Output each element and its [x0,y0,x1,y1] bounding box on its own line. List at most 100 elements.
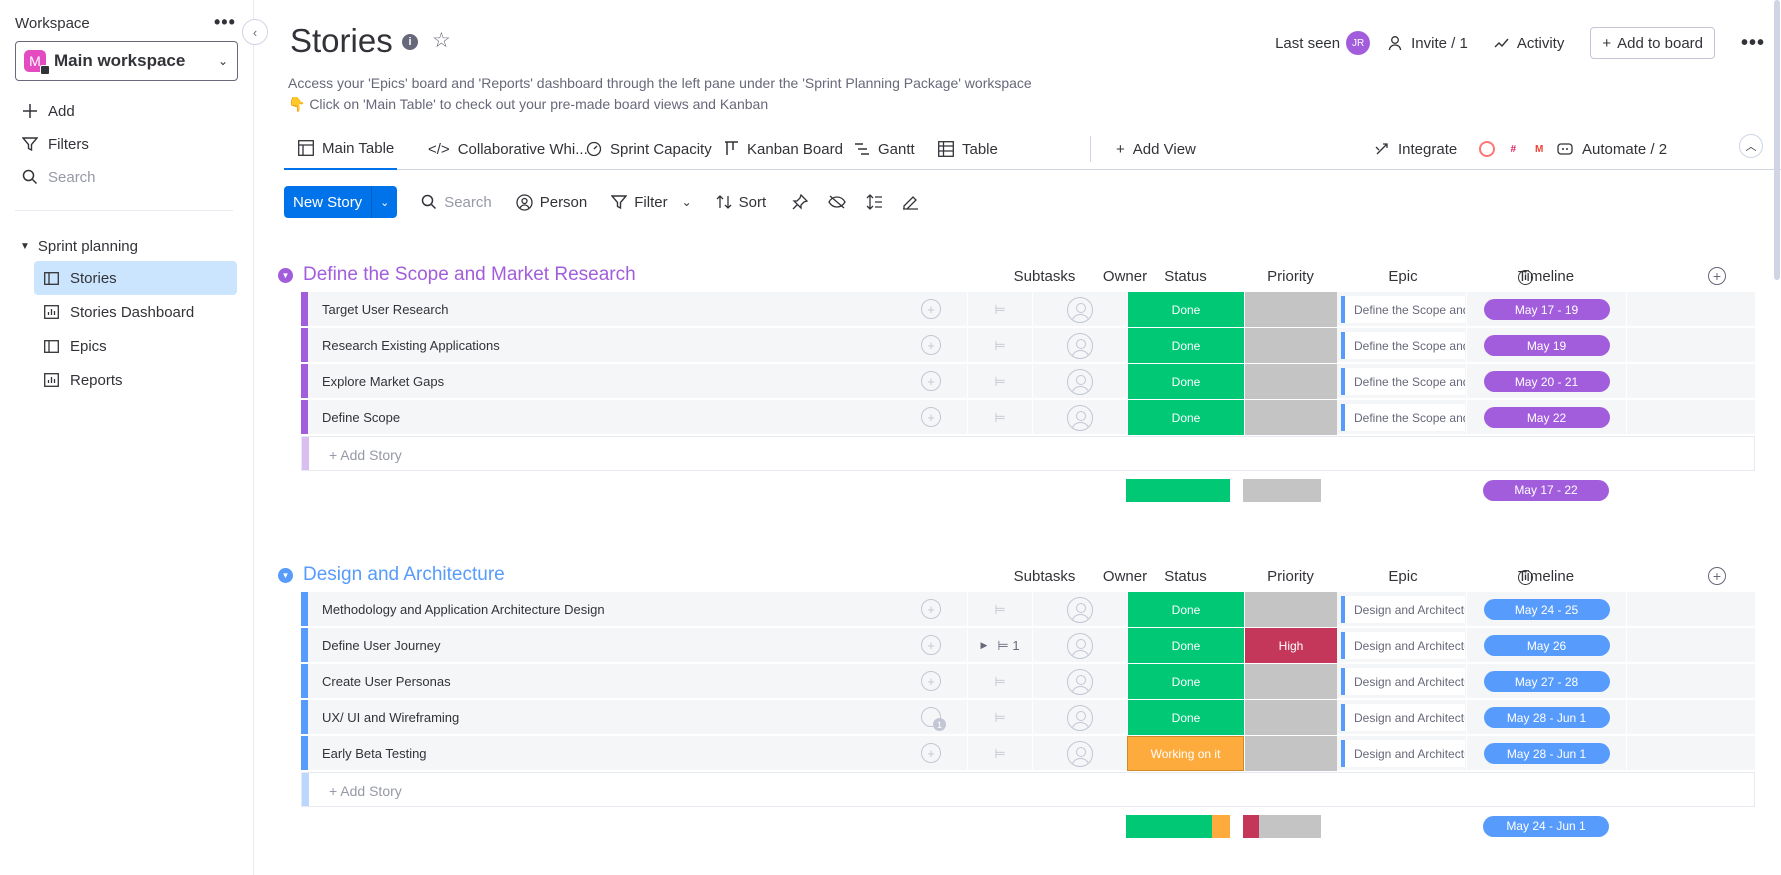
epic-cell[interactable]: Define the Scope and Market Research [1341,296,1465,323]
add-story-row[interactable]: + Add Story [301,772,1755,807]
last-seen[interactable]: Last seen JR [1275,31,1371,55]
priority-cell[interactable] [1244,364,1337,399]
add-update-icon[interactable]: + [921,371,941,391]
sidebar-item-stories[interactable]: Stories [34,261,237,295]
priority-summary-bar[interactable] [1243,479,1321,502]
add-story-row[interactable]: + Add Story [301,436,1755,471]
tab-table[interactable]: Table [938,128,998,170]
add-story-input[interactable]: + Add Story [329,783,402,799]
sidebar-item-stories-dashboard[interactable]: Stories Dashboard [34,295,237,329]
item-name[interactable]: UX/ UI and Wireframing [322,710,459,725]
subtasks-icon[interactable]: ⊨ [967,736,1032,771]
table-row[interactable]: Methodology and Application Architecture… [301,592,1755,627]
timeline-cell[interactable]: May 19 [1466,328,1626,363]
item-name[interactable]: Target User Research [322,302,448,317]
status-cell[interactable]: Done [1127,628,1244,663]
page-title[interactable]: Stories [290,22,393,60]
tab-gantt[interactable]: Gantt [854,128,915,170]
subtasks-icon[interactable]: ⊨ [967,400,1032,435]
owner-cell[interactable] [1032,700,1127,735]
column-header-subtasks[interactable]: Subtasks [997,268,1092,285]
group-title[interactable]: Design and Architecture [303,564,505,586]
add-view-button[interactable]: + Add View [1116,128,1196,170]
status-summary-bar[interactable] [1126,479,1230,502]
priority-cell[interactable] [1244,664,1337,699]
table-row[interactable]: UX/ UI and Wireframing 1 ⊨ Done Design a… [301,700,1755,735]
timeline-cell[interactable]: May 20 - 21 [1466,364,1626,399]
table-row[interactable]: Research Existing Applications + ⊨ Done … [301,328,1755,363]
tab-kanban-board[interactable]: Kanban Board [724,128,843,170]
add-update-icon[interactable]: + [921,299,941,319]
row-height-icon[interactable] [866,194,883,210]
item-name[interactable]: Create User Personas [322,674,451,689]
board-search-input[interactable]: Search [421,194,492,211]
new-story-button[interactable]: New Story ⌄ [284,186,398,218]
chevron-down-icon[interactable]: ▼ [278,268,293,283]
timeline-cell[interactable]: May 28 - Jun 1 [1466,736,1626,771]
add-story-input[interactable]: + Add Story [329,447,402,463]
info-icon[interactable]: i [402,34,418,50]
timeline-cell[interactable]: May 26 [1466,628,1626,663]
timeline-cell[interactable]: May 27 - 28 [1466,664,1626,699]
tab-main-table[interactable]: Main Table [284,128,397,170]
add-update-icon[interactable]: + [921,407,941,427]
epic-cell[interactable]: Design and Architecture [1341,596,1465,623]
integrate-button[interactable]: Integrate # M [1374,128,1548,170]
subtasks-icon[interactable]: ⊨ [967,664,1032,699]
status-cell[interactable]: Done [1127,292,1244,327]
subtasks-icon[interactable]: ⊨ [967,328,1032,363]
status-cell[interactable]: Done [1127,592,1244,627]
status-cell[interactable]: Working on it [1127,736,1244,771]
hide-icon[interactable] [828,195,846,209]
owner-cell[interactable] [1032,292,1127,327]
add-update-icon[interactable]: + [921,743,941,763]
status-cell[interactable]: Done [1127,400,1244,435]
scrollbar[interactable] [1774,0,1780,280]
status-cell[interactable]: Done [1127,700,1244,735]
timeline-cell[interactable]: May 17 - 19 [1466,292,1626,327]
owner-cell[interactable] [1032,592,1127,627]
filter-button[interactable]: Filter ⌄ [611,194,692,211]
priority-cell[interactable] [1244,700,1337,735]
sidebar-item-reports[interactable]: Reports [34,363,237,397]
timeline-cell[interactable]: May 28 - Jun 1 [1466,700,1626,735]
item-name[interactable]: Methodology and Application Architecture… [322,602,605,617]
tab-collaborative-whiteboard[interactable]: </> Collaborative Whi... [428,128,588,170]
priority-summary-bar[interactable] [1243,815,1321,838]
priority-cell[interactable] [1244,292,1337,327]
status-summary-bar[interactable] [1126,815,1230,838]
caret-right-icon[interactable]: ▶ [980,640,987,651]
folder-sprint-planning[interactable]: ▼ Sprint planning [20,238,138,255]
column-header-epic[interactable]: Epic [1341,568,1465,585]
item-name[interactable]: Research Existing Applications [322,338,500,353]
column-header-status[interactable]: Status [1127,268,1244,285]
add-to-board-button[interactable]: + Add to board [1590,27,1715,59]
status-cell[interactable]: Done [1127,364,1244,399]
epic-cell[interactable]: Design and Architecture [1341,668,1465,695]
status-cell[interactable]: Done [1127,328,1244,363]
table-row[interactable]: Define Scope + ⊨ Done Define the Scope a… [301,400,1755,435]
add-button[interactable]: Add [20,100,75,122]
person-filter-button[interactable]: Person [516,194,587,211]
epic-cell[interactable]: Define the Scope and Market Research [1341,404,1465,431]
activity-button[interactable]: Activity [1494,35,1564,52]
sidebar-search-input[interactable]: Search [20,166,96,188]
owner-cell[interactable] [1032,400,1127,435]
timeline-summary[interactable]: May 17 - 22 [1466,471,1626,509]
add-update-icon[interactable]: + [921,635,941,655]
pin-icon[interactable] [792,194,809,210]
add-column-icon[interactable]: + [1708,267,1726,285]
invite-button[interactable]: Invite / 1 [1388,35,1468,52]
subtasks-icon[interactable]: ⊨ [967,592,1032,627]
priority-cell[interactable]: High [1244,628,1337,663]
epic-cell[interactable]: Define the Scope and Market Research [1341,332,1465,359]
epic-cell[interactable]: Design and Architecture [1341,740,1465,767]
subtasks-cell[interactable]: ▶ ⊨ 1 [967,628,1032,663]
table-row[interactable]: Target User Research + ⊨ Done Define the… [301,292,1755,327]
table-row[interactable]: Early Beta Testing + ⊨ Working on it Des… [301,736,1755,771]
column-header-priority[interactable]: Priority [1244,568,1337,585]
color-edit-icon[interactable] [902,194,919,210]
epic-cell[interactable]: Design and Architecture [1341,632,1465,659]
timeline-cell[interactable]: May 22 [1466,400,1626,435]
column-header-status[interactable]: Status [1127,568,1244,585]
